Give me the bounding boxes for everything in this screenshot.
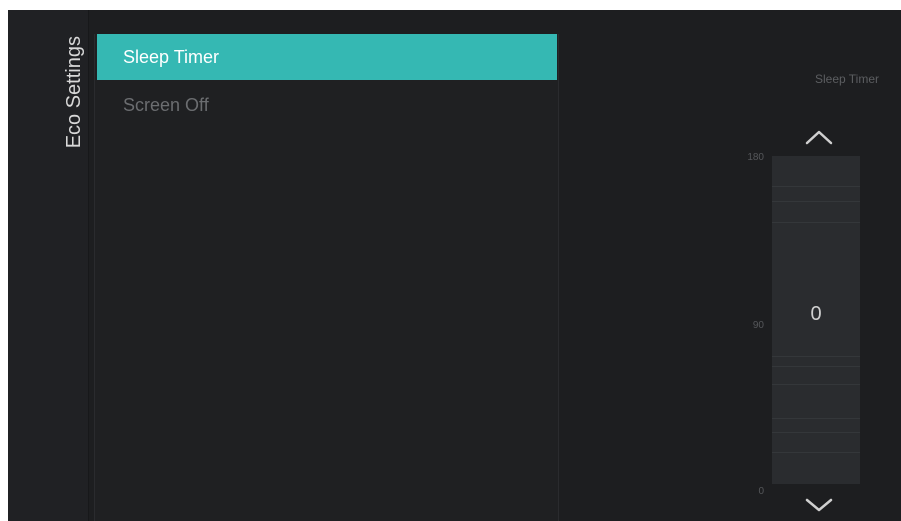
chevron-up-icon[interactable] xyxy=(804,128,834,146)
slider-title: Sleep Timer xyxy=(814,72,879,86)
slider-tick xyxy=(772,186,860,187)
scale-max-label: 180 xyxy=(747,152,764,163)
slider-tick xyxy=(772,222,860,223)
menu-item-sleep-timer[interactable]: Sleep Timer xyxy=(97,34,557,80)
slider-tick xyxy=(772,356,860,357)
sleep-timer-slider[interactable]: 0 xyxy=(772,156,860,484)
slider-tick xyxy=(772,201,860,202)
slider-current-value: 0 xyxy=(810,303,822,325)
chevron-down-icon[interactable] xyxy=(804,496,834,514)
scale-mid-label: 90 xyxy=(752,320,764,331)
settings-menu-panel: Sleep Timer Screen Off xyxy=(94,34,559,521)
scale-min-label: 0 xyxy=(758,486,764,497)
slider-tick xyxy=(772,366,860,367)
slider-tick xyxy=(772,452,860,453)
category-title: Eco Settings xyxy=(63,36,85,149)
tv-settings-screen: Eco Settings Sleep Timer Screen Off Slee… xyxy=(8,10,901,521)
slider-tick xyxy=(772,418,860,419)
slider-tick xyxy=(772,384,860,385)
slider-tick xyxy=(772,432,860,433)
settings-category-tab[interactable]: Eco Settings xyxy=(8,10,89,521)
menu-item-screen-off[interactable]: Screen Off xyxy=(97,82,557,128)
